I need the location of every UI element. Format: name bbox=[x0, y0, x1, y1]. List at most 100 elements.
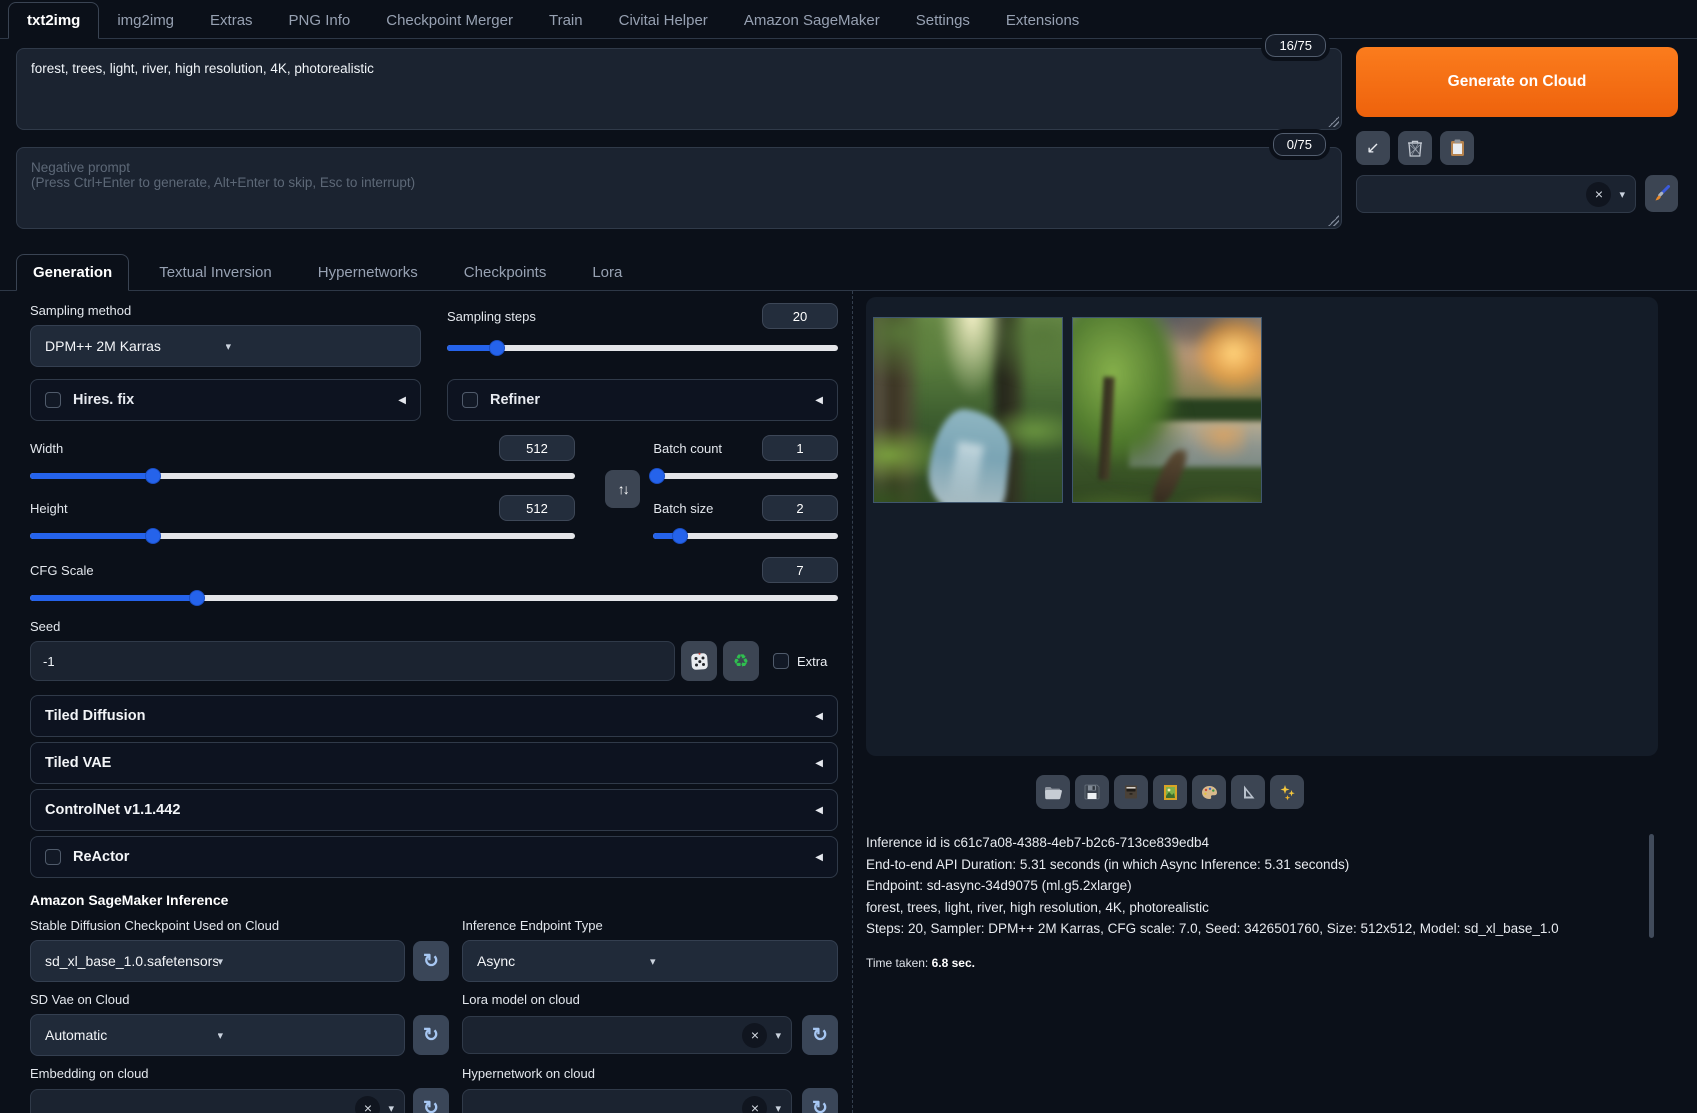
sampling-steps-input[interactable] bbox=[762, 303, 838, 329]
dropdown-caret-icon: ▾ bbox=[225, 340, 232, 353]
refresh-embedding-button[interactable]: ↻ bbox=[413, 1088, 449, 1113]
styles-dropdown[interactable]: × ▾ bbox=[1356, 175, 1636, 213]
width-input[interactable] bbox=[499, 435, 576, 461]
height-slider[interactable] bbox=[30, 529, 576, 543]
tab-hypernetworks[interactable]: Hypernetworks bbox=[302, 255, 434, 290]
swap-dimensions-button[interactable]: ↑↓ bbox=[605, 470, 641, 508]
tab-png-info[interactable]: PNG Info bbox=[271, 3, 369, 38]
prompt-input[interactable]: forest, trees, light, river, high resolu… bbox=[16, 48, 1342, 130]
clear-icon[interactable]: × bbox=[355, 1095, 381, 1113]
sampling-method-value: DPM++ 2M Karras bbox=[45, 338, 161, 354]
clear-prompt-button[interactable] bbox=[1398, 131, 1432, 165]
collapse-icon: ◀ bbox=[815, 757, 823, 769]
hypernetwork-on-cloud-multiselect[interactable]: × ▾ bbox=[462, 1089, 792, 1113]
folder-icon bbox=[1045, 786, 1062, 799]
tiled-diffusion-accordion[interactable]: Tiled Diffusion ◀ bbox=[30, 695, 838, 737]
prompt-token-counter: 16/75 bbox=[1261, 30, 1330, 61]
dropdown-caret-icon: ▾ bbox=[775, 1029, 781, 1042]
tab-settings[interactable]: Settings bbox=[898, 3, 988, 38]
read-generation-params-button[interactable]: ↙ bbox=[1356, 131, 1390, 165]
tab-checkpoint-merger[interactable]: Checkpoint Merger bbox=[368, 3, 531, 38]
clear-icon[interactable]: × bbox=[1586, 181, 1612, 207]
negative-prompt-container: 0/75 bbox=[16, 129, 1342, 229]
send-to-inpaint-button[interactable] bbox=[1231, 775, 1265, 809]
clipboard-icon bbox=[1450, 139, 1464, 156]
dice-icon bbox=[690, 652, 708, 670]
resize-handle[interactable] bbox=[1328, 116, 1339, 127]
reactor-accordion[interactable]: ReActor ◀ bbox=[30, 836, 838, 878]
send-to-extras-button[interactable] bbox=[1192, 775, 1226, 809]
tab-textual-inversion[interactable]: Textual Inversion bbox=[143, 255, 288, 290]
random-seed-button[interactable] bbox=[681, 641, 717, 681]
lora-on-cloud-multiselect[interactable]: × ▾ bbox=[462, 1016, 792, 1054]
refiner-section[interactable]: Refiner ◀ bbox=[447, 379, 838, 421]
controlnet-accordion[interactable]: ControlNet v1.1.442 ◀ bbox=[30, 789, 838, 831]
dropdown-caret-icon: ▾ bbox=[1619, 188, 1625, 201]
cfg-scale-slider[interactable] bbox=[30, 591, 838, 605]
generated-image-2[interactable] bbox=[1072, 317, 1262, 503]
refresh-checkpoints-button[interactable]: ↻ bbox=[413, 941, 449, 981]
batch-count-input[interactable] bbox=[762, 435, 839, 461]
tiled-vae-accordion[interactable]: Tiled VAE ◀ bbox=[30, 742, 838, 784]
seed-input[interactable] bbox=[30, 641, 675, 681]
tab-amazon-sagemaker[interactable]: Amazon SageMaker bbox=[726, 3, 898, 38]
negative-prompt-input[interactable] bbox=[16, 147, 1342, 229]
checkpoint-on-cloud-dropdown[interactable]: sd_xl_base_1.0.safetensors ▾ bbox=[30, 940, 405, 982]
sd-vae-dropdown[interactable]: Automatic ▾ bbox=[30, 1014, 405, 1056]
refresh-lora-button[interactable]: ↻ bbox=[802, 1015, 838, 1055]
clear-icon[interactable]: × bbox=[742, 1095, 768, 1113]
clear-icon[interactable]: × bbox=[742, 1022, 768, 1048]
reactor-checkbox[interactable] bbox=[45, 849, 61, 865]
width-slider[interactable] bbox=[30, 469, 576, 483]
framed-picture-icon bbox=[1163, 784, 1177, 800]
tab-txt2img[interactable]: txt2img bbox=[8, 2, 100, 39]
negative-token-counter: 0/75 bbox=[1268, 129, 1331, 160]
batch-size-slider[interactable] bbox=[653, 529, 839, 543]
batch-size-input[interactable] bbox=[762, 495, 839, 521]
output-gallery bbox=[866, 297, 1658, 756]
api-duration-line: End-to-end API Duration: 5.31 seconds (i… bbox=[866, 856, 1350, 872]
refiner-checkbox[interactable] bbox=[462, 392, 478, 408]
collapse-icon: ◀ bbox=[815, 394, 823, 406]
tab-extras[interactable]: Extras bbox=[192, 3, 271, 38]
reuse-seed-button[interactable]: ♻ bbox=[723, 641, 759, 681]
generate-on-cloud-button[interactable]: Generate on Cloud bbox=[1356, 47, 1678, 117]
lora-on-cloud-label: Lora model on cloud bbox=[462, 992, 580, 1007]
sampling-method-dropdown[interactable]: DPM++ 2M Karras ▾ bbox=[30, 325, 421, 367]
refresh-vae-button[interactable]: ↻ bbox=[413, 1015, 449, 1055]
endpoint-type-dropdown[interactable]: Async ▾ bbox=[462, 940, 838, 982]
tab-extensions[interactable]: Extensions bbox=[988, 3, 1097, 38]
generated-image-1[interactable] bbox=[873, 317, 1063, 503]
resize-handle[interactable] bbox=[1328, 215, 1339, 226]
tab-lora[interactable]: Lora bbox=[576, 255, 638, 290]
tab-checkpoints[interactable]: Checkpoints bbox=[448, 255, 563, 290]
embedding-on-cloud-multiselect[interactable]: × ▾ bbox=[30, 1089, 405, 1113]
hires-fix-checkbox[interactable] bbox=[45, 392, 61, 408]
height-input[interactable] bbox=[499, 495, 576, 521]
tab-generation[interactable]: Generation bbox=[16, 254, 130, 291]
save-zip-button[interactable] bbox=[1114, 775, 1148, 809]
batch-size-label: Batch size bbox=[653, 500, 714, 516]
refresh-hypernetwork-button[interactable]: ↻ bbox=[802, 1088, 838, 1113]
sampling-steps-slider[interactable] bbox=[447, 341, 838, 355]
extra-seed-checkbox[interactable] bbox=[773, 653, 789, 669]
refiner-label: Refiner bbox=[490, 392, 540, 408]
width-label: Width bbox=[30, 440, 64, 456]
paintbrush-icon bbox=[1655, 184, 1670, 200]
tab-img2img[interactable]: img2img bbox=[99, 3, 192, 38]
apply-styles-button[interactable] bbox=[1645, 175, 1678, 212]
cfg-scale-input[interactable] bbox=[762, 557, 838, 583]
hires-fix-section[interactable]: Hires. fix ◀ bbox=[30, 379, 421, 421]
batch-count-slider[interactable] bbox=[650, 469, 839, 483]
tab-civitai-helper[interactable]: Civitai Helper bbox=[601, 3, 726, 38]
tab-train[interactable]: Train bbox=[531, 3, 601, 38]
open-folder-button[interactable] bbox=[1036, 775, 1070, 809]
info-scrollbar[interactable] bbox=[1649, 834, 1654, 938]
output-panel: Inference id is c61c7a08-4388-4eb7-b2c6-… bbox=[866, 297, 1658, 974]
send-to-img2img-button[interactable] bbox=[1153, 775, 1187, 809]
trash-icon bbox=[1408, 140, 1422, 157]
upscale-button[interactable] bbox=[1270, 775, 1304, 809]
save-image-button[interactable] bbox=[1075, 775, 1109, 809]
paste-button[interactable] bbox=[1440, 131, 1474, 165]
palette-icon bbox=[1201, 785, 1217, 799]
